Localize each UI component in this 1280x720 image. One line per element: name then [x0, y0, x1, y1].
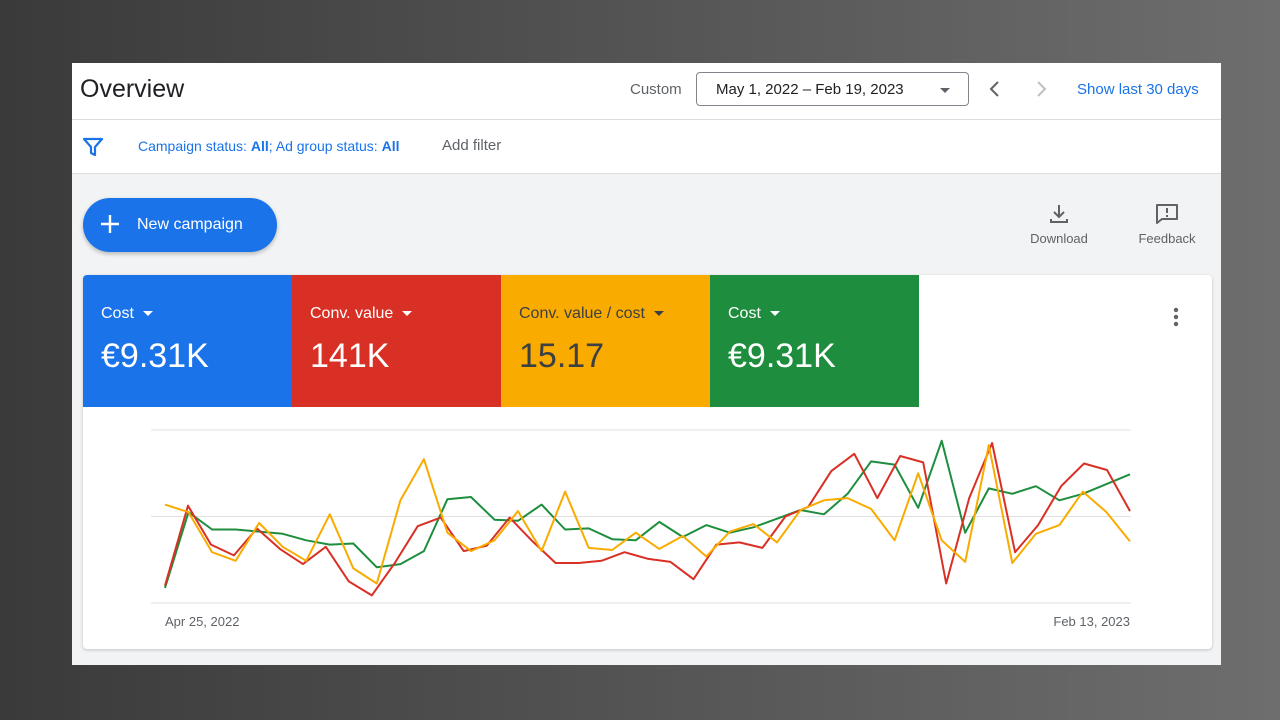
date-range-value: May 1, 2022 – Feb 19, 2023 — [716, 81, 904, 98]
feedback-button[interactable]: Feedback — [1134, 203, 1200, 246]
x-tick-label-end: Feb 13, 2023 — [1053, 614, 1130, 629]
page-title: Overview — [80, 75, 185, 103]
metric-value: 141K — [310, 337, 390, 375]
dropdown-caret-icon — [940, 88, 950, 93]
download-button[interactable]: Download — [1028, 203, 1090, 246]
ad-group-status-label: Ad group status: — [275, 138, 382, 154]
campaign-status-label: Campaign status: — [138, 138, 251, 154]
metric-tile-conv-value[interactable]: Conv. value 141K — [292, 275, 501, 407]
new-campaign-button[interactable]: New campaign — [83, 198, 277, 252]
campaign-status-value: All — [250, 138, 269, 154]
metric-dropdown-icon — [653, 311, 664, 317]
plus-icon — [101, 215, 119, 233]
previous-period-icon[interactable] — [983, 77, 1007, 101]
metric-label: Cost — [101, 305, 134, 322]
metric-dropdown-icon — [142, 311, 153, 317]
metric-value: €9.31K — [728, 337, 836, 375]
next-period-icon[interactable] — [1029, 77, 1053, 101]
metric-value: €9.31K — [101, 337, 209, 375]
overview-panel: Overview Custom May 1, 2022 – Feb 19, 20… — [72, 63, 1221, 665]
filter-status-chip[interactable]: Campaign status: All; Ad group status: A… — [138, 138, 399, 154]
add-filter-button[interactable]: Add filter — [442, 137, 501, 154]
filter-separator: ; — [268, 138, 276, 154]
filter-icon[interactable] — [82, 136, 104, 158]
filter-bar: Campaign status: All; Ad group status: A… — [72, 120, 1221, 174]
ad-group-status-value: All — [381, 138, 400, 154]
metric-dropdown-icon — [402, 311, 413, 317]
x-tick-label-start: Apr 25, 2022 — [165, 614, 239, 629]
more-options-icon[interactable] — [1166, 305, 1186, 329]
performance-card: Cost €9.31K Conv. value 141K Conv. value… — [83, 275, 1212, 649]
custom-range-label: Custom — [630, 81, 682, 98]
metric-tile-conv-value-per-cost[interactable]: Conv. value / cost 15.17 — [501, 275, 710, 407]
download-label: Download — [1030, 231, 1088, 246]
metric-tile-cost-2[interactable]: Cost €9.31K — [710, 275, 919, 407]
metric-dropdown-icon — [769, 311, 780, 317]
download-icon — [1050, 205, 1068, 223]
new-campaign-label: New campaign — [137, 216, 243, 233]
metric-label: Cost — [728, 305, 761, 322]
metric-label: Conv. value — [310, 305, 394, 322]
feedback-label: Feedback — [1138, 231, 1196, 246]
date-range-select[interactable]: May 1, 2022 – Feb 19, 2023 — [696, 72, 969, 106]
metric-label: Conv. value / cost — [519, 305, 645, 322]
series-line-2 — [164, 444, 1131, 585]
performance-line-chart: Apr 25, 2022 Feb 13, 2023 — [151, 429, 1131, 629]
header-bar: Overview Custom May 1, 2022 – Feb 19, 20… — [72, 63, 1221, 120]
metric-tile-cost[interactable]: Cost €9.31K — [83, 275, 292, 407]
feedback-icon — [1156, 204, 1178, 224]
show-last-30-days-link[interactable]: Show last 30 days — [1077, 81, 1199, 98]
metric-value: 15.17 — [519, 337, 605, 375]
